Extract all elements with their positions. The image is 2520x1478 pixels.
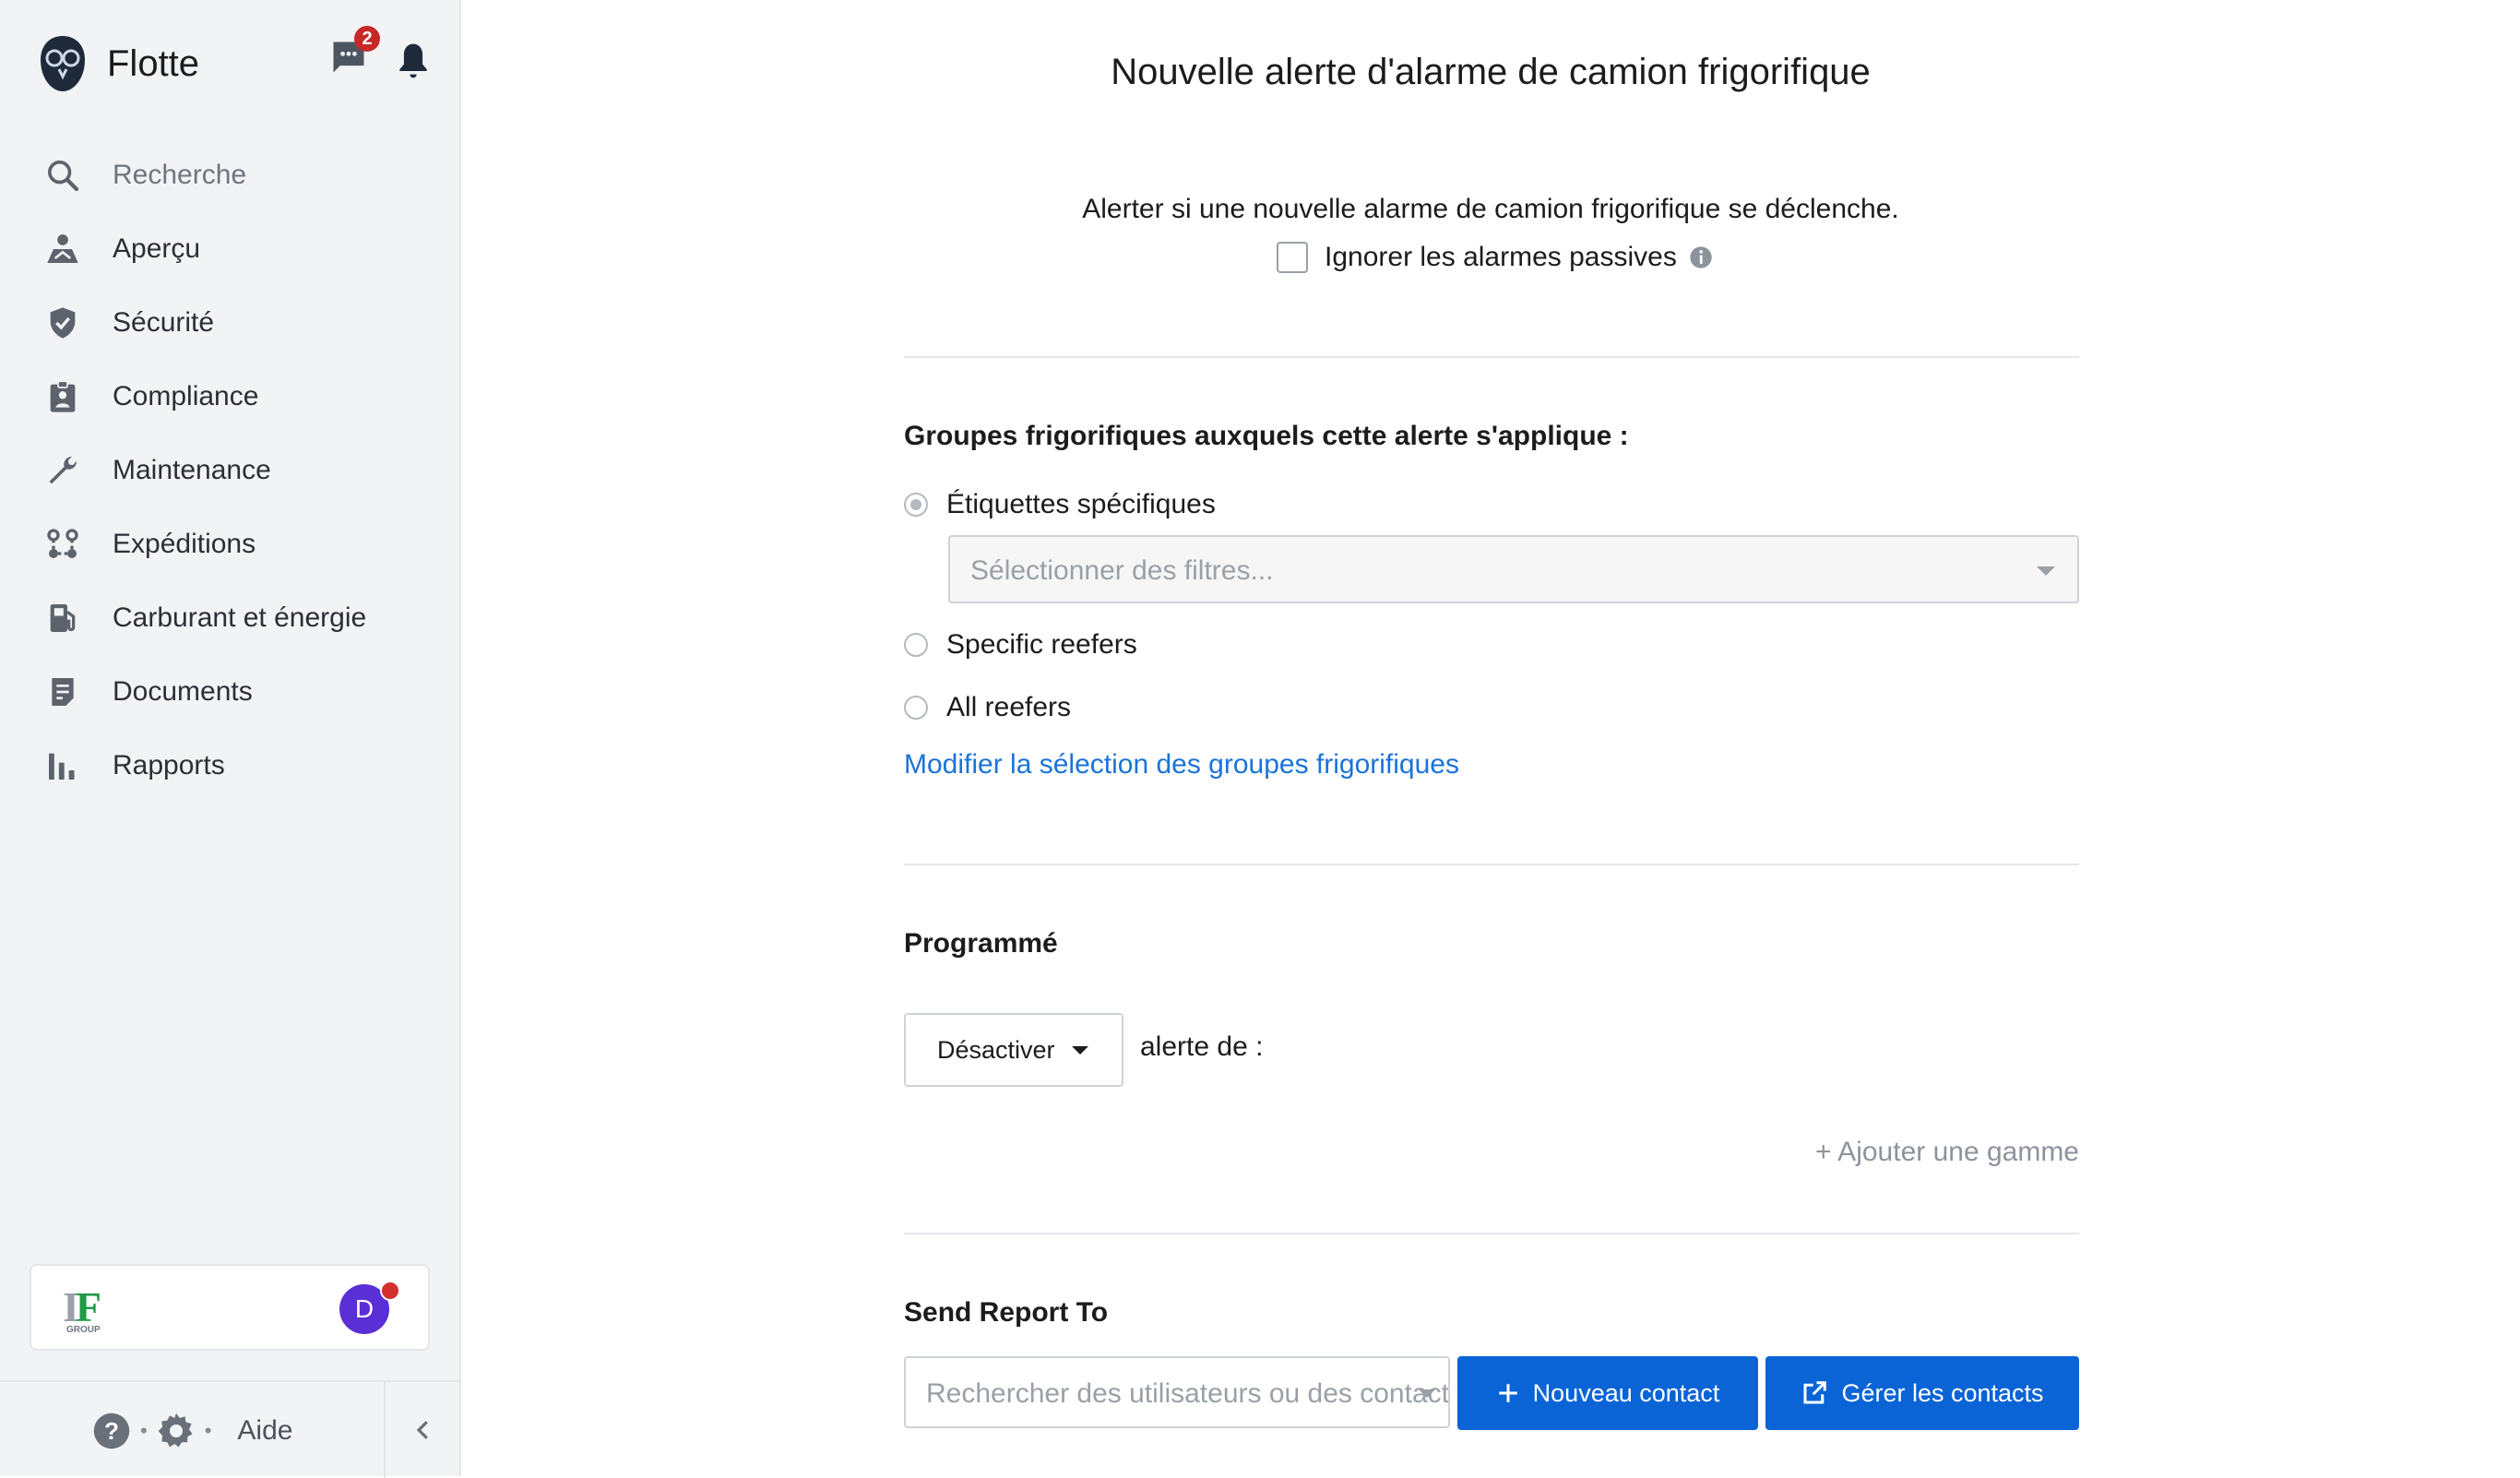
- collapse-sidebar-button[interactable]: [384, 1382, 461, 1478]
- manage-contacts-label: Gérer les contacts: [1841, 1378, 2044, 1407]
- caret-down-icon: [2037, 566, 2055, 576]
- divider: [904, 356, 2079, 358]
- wrench-icon: [41, 448, 85, 493]
- help-link[interactable]: Aide: [237, 1415, 292, 1447]
- option-label: All reefers: [946, 692, 1072, 722]
- new-contact-label: Nouveau contact: [1532, 1378, 1720, 1407]
- org-logo: IF GROUP: [63, 1283, 101, 1335]
- clipboard-person-icon: [41, 375, 85, 419]
- sidebar-item-compliance[interactable]: Compliance: [41, 360, 366, 434]
- help-icon[interactable]: ?: [92, 1412, 131, 1450]
- gear-icon[interactable]: [157, 1412, 196, 1450]
- plus-icon: [1498, 1384, 1517, 1402]
- radio-specific-reefers[interactable]: [904, 633, 928, 657]
- shield-check-icon: [41, 301, 85, 345]
- schedule-title: Programmé: [904, 928, 1058, 959]
- sidebar-item-apercu[interactable]: Aperçu: [41, 212, 366, 286]
- divider: [904, 1233, 2079, 1234]
- separator-dot: •: [140, 1419, 148, 1442]
- search-icon: [41, 153, 85, 197]
- sidebar-nav: Recherche Aperçu Sécurité Compliance Mai…: [41, 138, 366, 803]
- help-row: ? • • Aide: [92, 1412, 292, 1450]
- sidebar-item-rapports[interactable]: Rapports: [41, 729, 366, 803]
- sidebar-item-documents[interactable]: Documents: [41, 655, 366, 729]
- header-icons: 2: [328, 26, 434, 85]
- manage-contacts-button[interactable]: Gérer les contacts: [1765, 1356, 2079, 1430]
- option-label: Specific reefers: [946, 629, 1137, 660]
- sidebar-item-maintenance[interactable]: Maintenance: [41, 434, 366, 507]
- document-icon: [41, 670, 85, 714]
- map-person-icon: [41, 227, 85, 271]
- report-title: Send Report To: [904, 1297, 1109, 1328]
- schedule-dropdown-value: Désactiver: [937, 1035, 1055, 1064]
- sidebar-item-label: Documents: [113, 676, 253, 707]
- org-switcher[interactable]: IF GROUP D: [30, 1264, 430, 1351]
- owl-logo-icon: [41, 36, 85, 91]
- schedule-dropdown[interactable]: Désactiver: [904, 1013, 1123, 1087]
- sidebar-footer: ? • • Aide: [0, 1380, 459, 1478]
- bell-icon[interactable]: [393, 41, 434, 81]
- radio-specific-tags[interactable]: [904, 493, 928, 517]
- sidebar-search[interactable]: Recherche: [41, 138, 366, 212]
- info-icon[interactable]: [1688, 244, 1714, 270]
- option-all-reefers[interactable]: All reefers: [904, 692, 1071, 723]
- sidebar-item-label: Carburant et énergie: [113, 602, 367, 633]
- page-title: Nouvelle alerte d'alarme de camion frigo…: [1111, 52, 1871, 92]
- add-range-link[interactable]: + Ajouter une gamme: [1780, 1137, 2079, 1168]
- chevron-left-icon: [416, 1421, 428, 1439]
- sidebar-item-label: Sécurité: [113, 307, 215, 338]
- ignore-passive-checkbox[interactable]: [1277, 242, 1308, 273]
- route-icon: [41, 522, 85, 566]
- sidebar-item-carburant[interactable]: Carburant et énergie: [41, 581, 366, 655]
- bar-chart-icon: [41, 744, 85, 788]
- separator-dot: •: [204, 1419, 212, 1442]
- caret-down-icon: [1071, 1045, 1088, 1055]
- external-link-icon: [1803, 1381, 1827, 1404]
- search-label: Recherche: [113, 160, 247, 190]
- notification-badge: 2: [354, 26, 380, 52]
- ignore-passive-label: Ignorer les alarmes passives: [1325, 242, 1677, 272]
- sidebar-item-label: Maintenance: [113, 455, 271, 485]
- sidebar-item-label: Compliance: [113, 381, 259, 411]
- radio-all-reefers[interactable]: [904, 696, 928, 720]
- sidebar-item-label: Rapports: [113, 750, 225, 781]
- main-content: Nouvelle alerte d'alarme de camion frigo…: [461, 0, 2520, 1476]
- sidebar-item-expeditions[interactable]: Expéditions: [41, 507, 366, 581]
- option-label: Étiquettes spécifiques: [946, 489, 1216, 519]
- divider: [904, 864, 2079, 865]
- ignore-passive-row: Ignorer les alarmes passives: [1277, 242, 1714, 273]
- sidebar-item-label: Aperçu: [113, 233, 201, 264]
- caret-down-icon: [1419, 1389, 1435, 1398]
- svg-text:?: ?: [104, 1417, 119, 1445]
- recipient-search-input[interactable]: Rechercher des utilisateurs ou des conta…: [904, 1356, 1450, 1428]
- messages-button[interactable]: 2: [328, 26, 380, 85]
- sidebar: Flotte 2 Recherche Aperçu Sécurité Compl…: [0, 0, 461, 1478]
- sidebar-item-securite[interactable]: Sécurité: [41, 286, 366, 360]
- alert-description: Alerter si une nouvelle alarme de camion…: [1082, 194, 1899, 224]
- new-contact-button[interactable]: Nouveau contact: [1457, 1356, 1758, 1430]
- filter-select[interactable]: Sélectionner des filtres...: [948, 535, 2079, 603]
- option-specific-reefers[interactable]: Specific reefers: [904, 629, 1137, 661]
- brand[interactable]: Flotte: [39, 31, 199, 96]
- option-specific-tags[interactable]: Étiquettes spécifiques: [904, 489, 1216, 520]
- modify-groups-link[interactable]: Modifier la sélection des groupes frigor…: [904, 749, 1459, 781]
- filter-placeholder: Sélectionner des filtres...: [970, 555, 1274, 586]
- alert-of-label: alerte de :: [1140, 1031, 1264, 1062]
- fuel-pump-icon: [41, 596, 85, 640]
- app-name: Flotte: [107, 42, 200, 84]
- avatar-status-dot: [380, 1281, 400, 1301]
- recipient-search-placeholder: Rechercher des utilisateurs ou des conta…: [926, 1378, 1450, 1409]
- groups-title: Groupes frigorifiques auxquels cette ale…: [904, 421, 1629, 451]
- sidebar-item-label: Expéditions: [113, 529, 256, 559]
